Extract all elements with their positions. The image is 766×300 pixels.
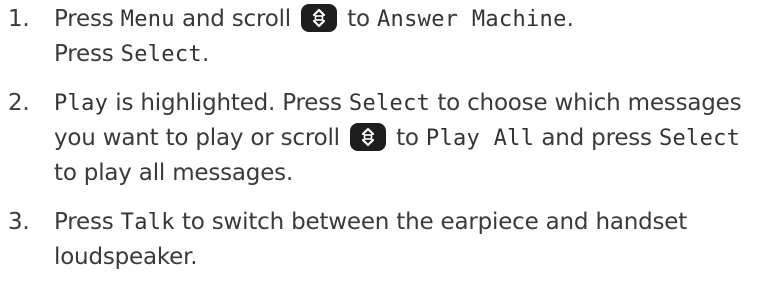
instruction-text: and press [534,125,659,151]
step-number: 1. [8,6,30,32]
step-line: you want to play or scroll to Play All a… [54,121,766,156]
step-line: Press Select. [54,37,766,72]
instruction-text: is highlighted. Press [108,90,349,116]
instruction-text: loudspeaker. [54,244,198,270]
instruction-text: Press [54,41,121,67]
up-down-navigation-key-icon [349,123,386,151]
display-text-select: Select [348,91,431,116]
step-2: 2. Play is highlighted. Press Select to … [0,86,766,191]
step-line: Play is highlighted. Press Select to cho… [54,86,766,121]
step-line: to play all messages. [54,156,766,191]
instruction-text: . [201,41,210,67]
display-text-select: Select [120,42,202,67]
step-3: 3. Press Talk to switch between the earp… [0,205,766,275]
display-text-menu: Menu [120,7,175,32]
up-down-navigation-key-icon [301,4,338,32]
display-text-answer-machine: Answer Machine [377,7,567,32]
step-line: Press Menu and scroll to Answer Machine. [54,2,766,37]
instruction-steps: 1. Press Menu and scroll to Answer Machi… [0,0,766,275]
step-number: 2. [8,90,30,116]
instruction-text: and scroll [174,6,299,32]
instruction-text: Press [54,6,121,32]
step-1: 1. Press Menu and scroll to Answer Machi… [0,2,766,72]
display-text-play: Play [54,91,109,116]
step-number: 3. [8,209,30,235]
instruction-text: to [388,125,426,151]
instruction-text: to play all messages. [54,160,294,186]
instruction-text: Press [54,209,121,235]
instruction-text: to choose which messages [430,90,742,116]
instruction-text: you want to play or scroll [54,125,347,151]
display-text-play-all: Play All [425,126,535,151]
step-line: Press Talk to switch between the earpiec… [54,205,766,240]
display-text-talk: Talk [120,210,175,235]
display-text-select: Select [658,126,741,151]
instruction-text: . [566,6,574,32]
instruction-text: to [340,6,378,32]
step-line: loudspeaker. [54,240,766,275]
instruction-text: to switch between the earpiece and hands… [174,209,688,235]
